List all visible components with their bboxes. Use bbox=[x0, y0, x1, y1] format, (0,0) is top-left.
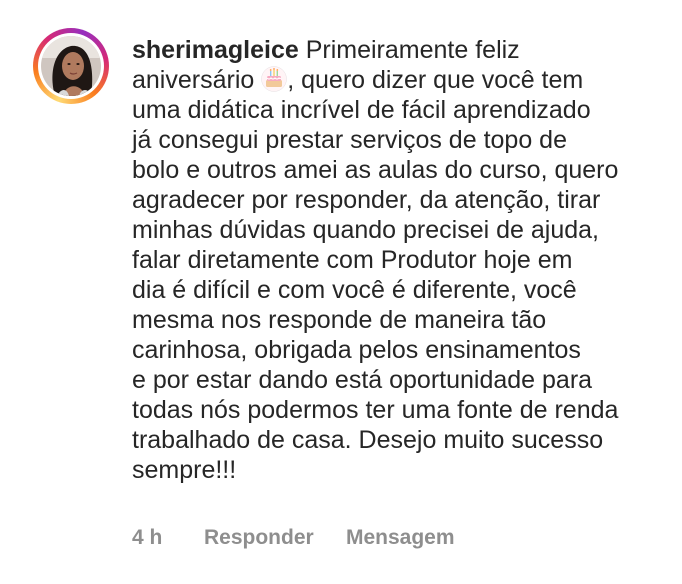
avatar[interactable] bbox=[38, 33, 104, 99]
reply-button[interactable]: Responder bbox=[204, 526, 346, 550]
comment-actions: 4 h Responder Mensagem bbox=[132, 526, 455, 550]
birthday-cake-icon bbox=[261, 66, 287, 92]
comment-timestamp: 4 h bbox=[132, 526, 163, 549]
avatar-photo bbox=[41, 36, 101, 96]
comment-text-block: sherimagleice Primeiramente feliz aniver… bbox=[132, 35, 672, 485]
avatar-story-ring[interactable] bbox=[33, 28, 109, 104]
comment-text-part2: , quero dizer que você tem uma didática … bbox=[132, 66, 619, 484]
comment-item: sherimagleice Primeiramente feliz aniver… bbox=[0, 0, 682, 584]
comment-username[interactable]: sherimagleice bbox=[132, 36, 299, 64]
message-button[interactable]: Mensagem bbox=[346, 526, 455, 550]
